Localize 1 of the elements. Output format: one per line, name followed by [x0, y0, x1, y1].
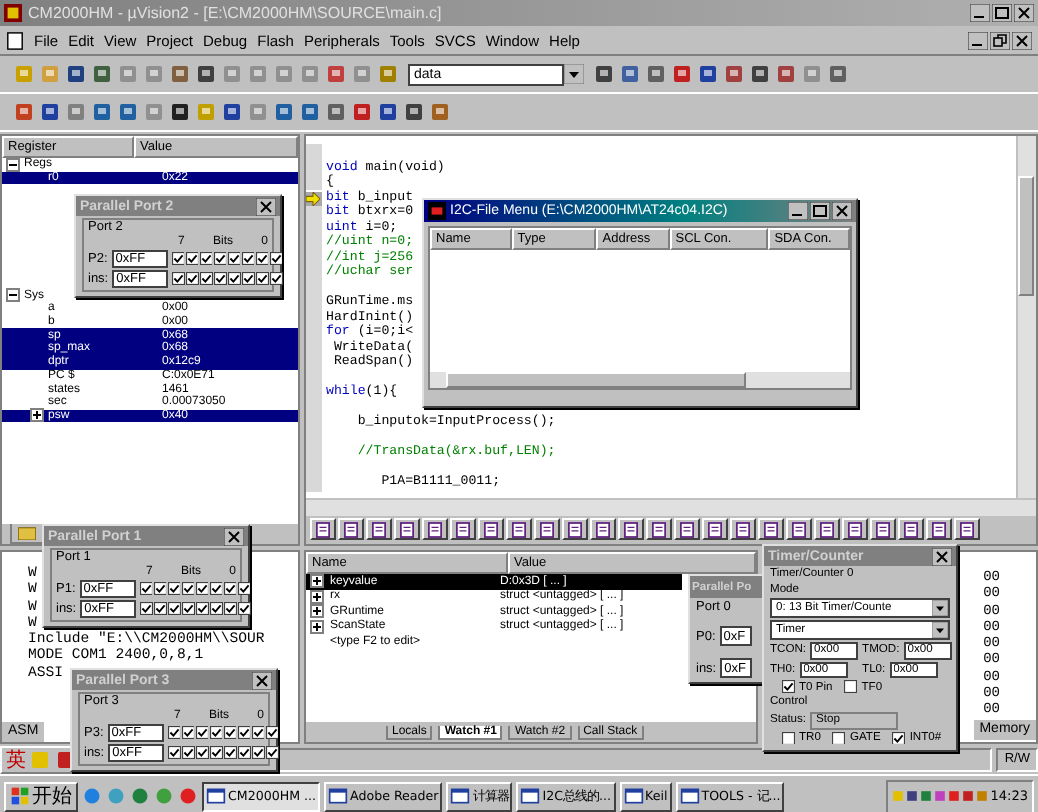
window-title: CM2000HM - µVision2 - [E:\CM2000HM\SOURCE\main.c] — [28, 4, 442, 22]
